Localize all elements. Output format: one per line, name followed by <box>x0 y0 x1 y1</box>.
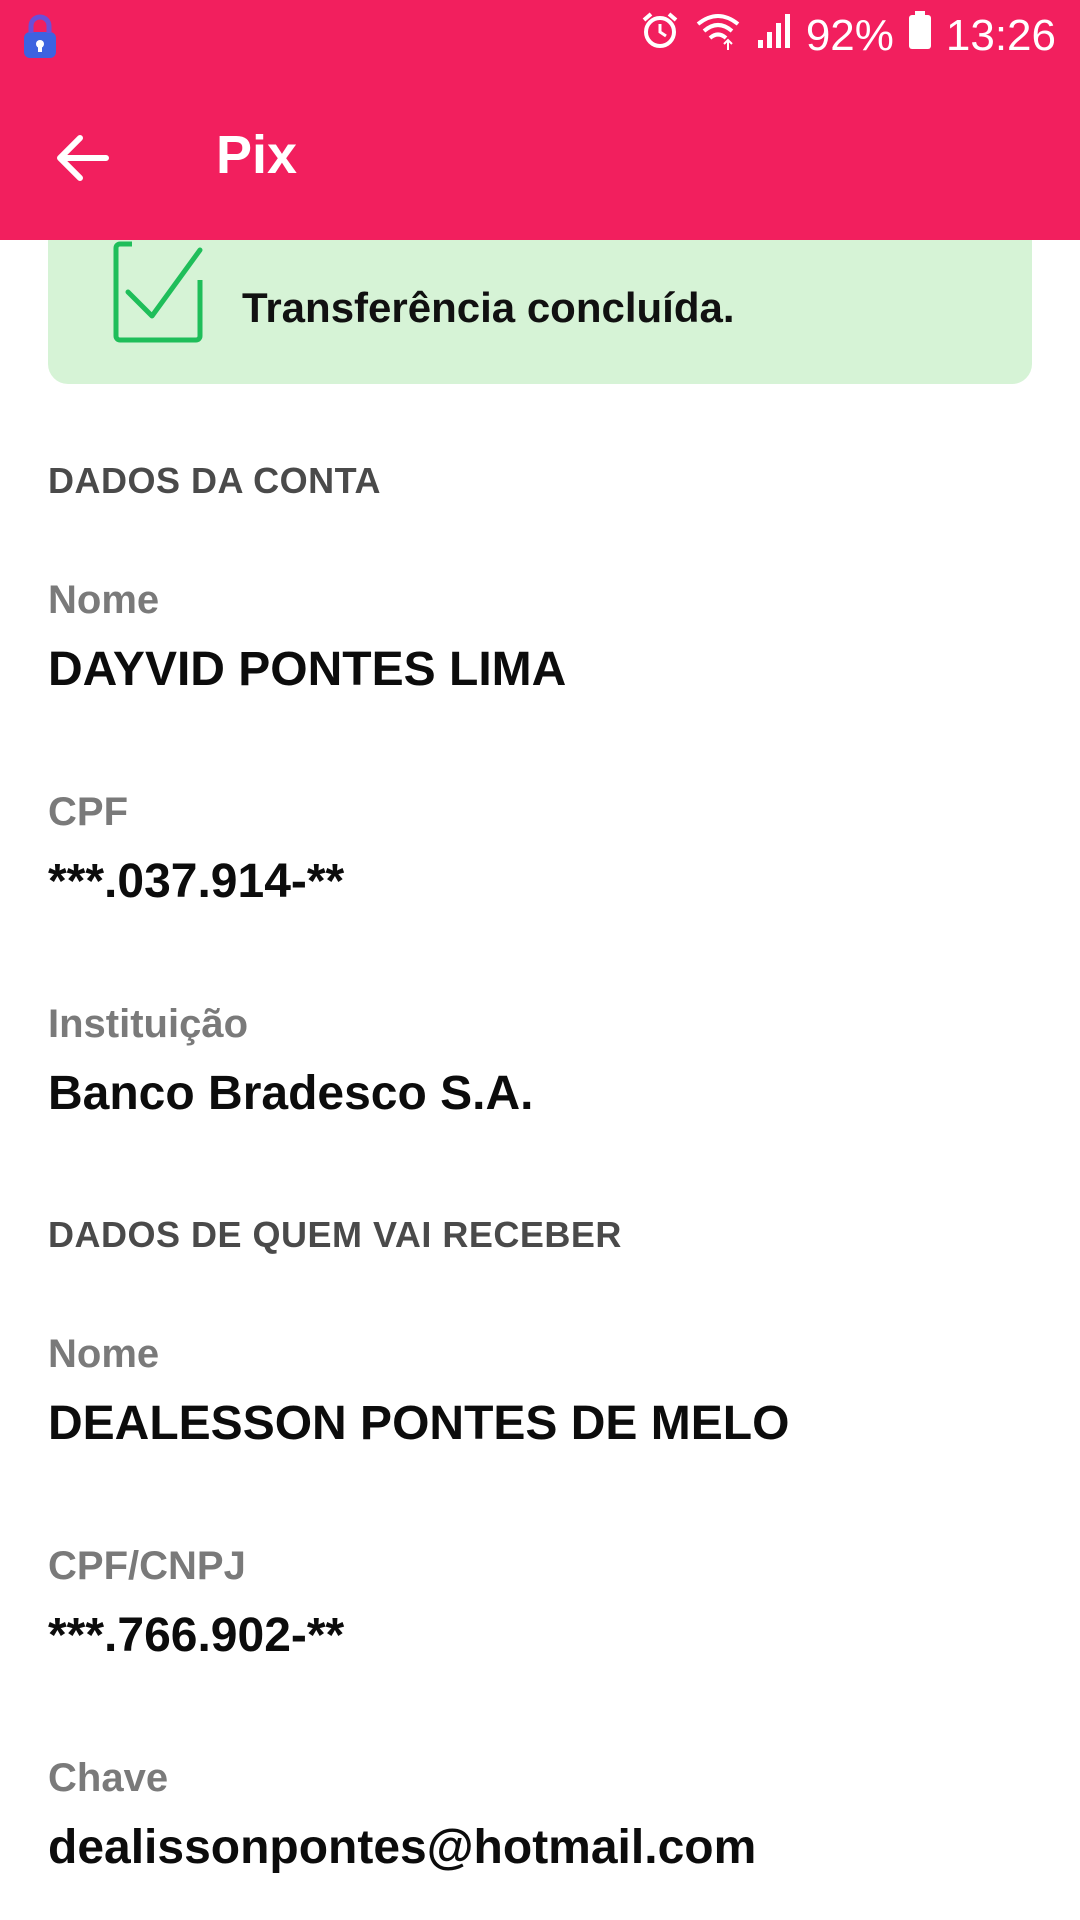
section-title-account: DADOS DA CONTA <box>48 460 381 501</box>
success-message: Transferência concluída. <box>242 284 735 331</box>
signal-icon <box>756 10 792 61</box>
account-institution-label: Instituição <box>48 1002 249 1046</box>
receiver-document-label: CPF/CNPJ <box>48 1544 246 1588</box>
receiver-name-label: Nome <box>48 1332 160 1376</box>
wifi-icon <box>694 10 742 61</box>
receiver-key-label: Chave <box>48 1756 169 1800</box>
success-banner: Transferência concluída. <box>48 240 1032 384</box>
receiver-key-value: dealissonpontes@hotmail.com <box>48 1821 757 1874</box>
receipt-content: Transferência concluída. DADOS DA CONTA … <box>0 240 1080 1920</box>
account-name-value: DAYVID PONTES LIMA <box>48 643 567 696</box>
account-name-label: Nome <box>48 578 160 622</box>
page-title: Pix <box>216 125 298 185</box>
battery-percent: 92% <box>805 10 894 60</box>
check-square-icon <box>112 240 208 349</box>
receiver-document-value: ***.766.902-** <box>48 1609 345 1662</box>
battery-icon <box>908 10 932 61</box>
status-bar: 92% 13:26 <box>0 0 1080 76</box>
app-bar: Pix <box>0 76 1080 240</box>
receiver-name-value: DEALESSON PONTES DE MELO <box>48 1397 790 1450</box>
section-title-receiver: DADOS DE QUEM VAI RECEBER <box>48 1214 622 1255</box>
clock-time: 13:26 <box>945 10 1056 60</box>
account-institution-value: Banco Bradesco S.A. <box>48 1067 534 1120</box>
lock-icon <box>20 14 60 65</box>
arrow-left-icon <box>57 135 109 181</box>
account-cpf-label: CPF <box>48 790 128 834</box>
account-cpf-value: ***.037.914-** <box>48 855 345 908</box>
alarm-icon <box>640 10 680 61</box>
back-button[interactable] <box>44 120 120 196</box>
